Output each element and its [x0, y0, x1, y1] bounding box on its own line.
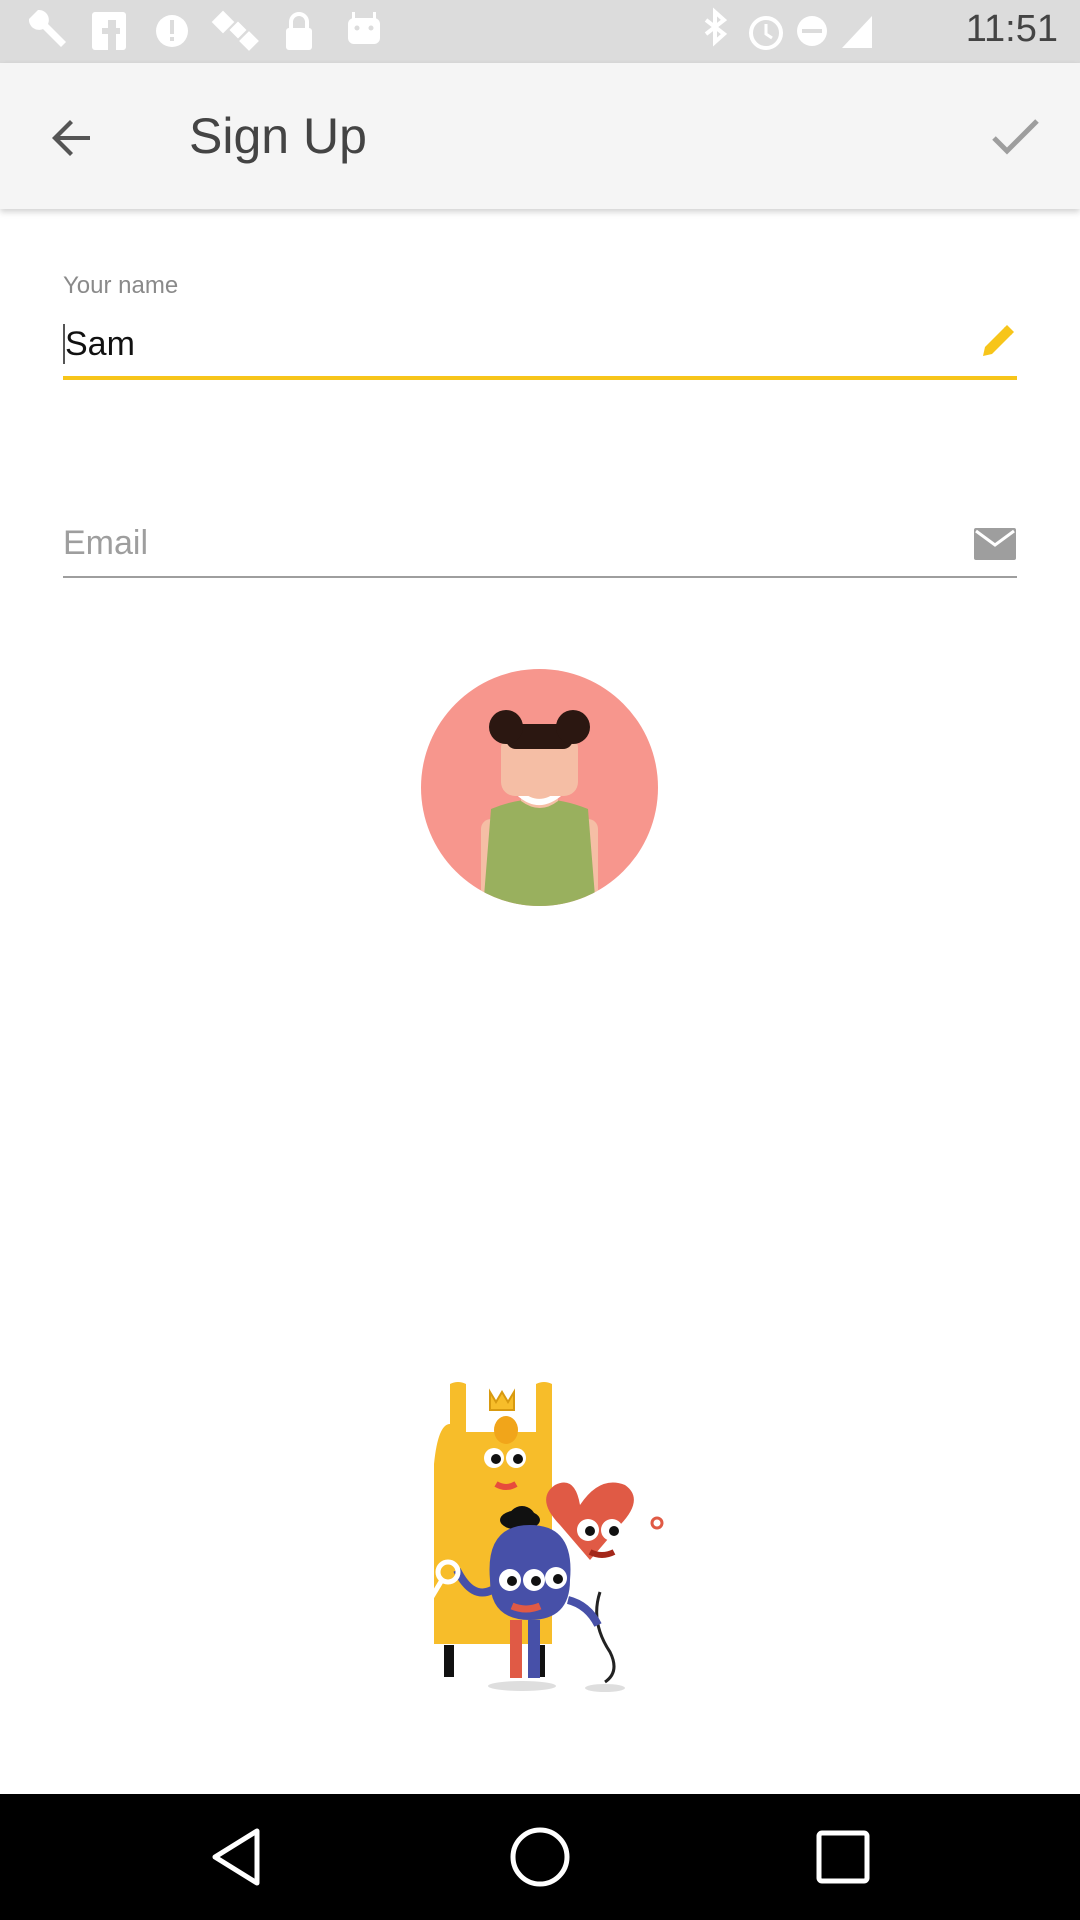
nav-home-icon[interactable] — [504, 1821, 576, 1893]
mascots-illustration — [421, 1382, 664, 1692]
status-time: 11:51 — [965, 8, 1058, 50]
nav-back-icon[interactable] — [201, 1821, 273, 1893]
name-input-value: Sam — [63, 324, 135, 364]
alarm-icon — [749, 16, 783, 50]
cellular-icon — [842, 16, 872, 48]
app-bar: Sign Up — [0, 63, 1080, 209]
wrench-icon — [28, 9, 66, 47]
back-arrow-icon[interactable] — [38, 103, 108, 173]
do-not-disturb-icon — [797, 16, 827, 46]
android-icon — [348, 12, 380, 44]
alert-icon — [156, 15, 188, 47]
bluetooth-icon — [704, 7, 728, 47]
email-input[interactable]: Email — [63, 516, 1017, 578]
facebook-icon — [92, 12, 126, 50]
lock-icon — [286, 12, 312, 50]
pencil-icon — [983, 325, 1014, 356]
page-title: Sign Up — [189, 108, 367, 164]
status-bar: 11:51 — [0, 0, 1080, 63]
name-input[interactable]: Sam — [63, 318, 1017, 380]
satellite-icon — [211, 10, 259, 51]
avatar[interactable] — [421, 669, 658, 906]
nav-recent-apps-icon[interactable] — [807, 1821, 879, 1893]
navigation-bar — [0, 1794, 1080, 1920]
mail-icon — [974, 528, 1016, 560]
email-input-placeholder: Email — [63, 524, 149, 562]
name-field-label: Your name — [63, 272, 179, 299]
confirm-check-icon[interactable] — [980, 101, 1050, 171]
